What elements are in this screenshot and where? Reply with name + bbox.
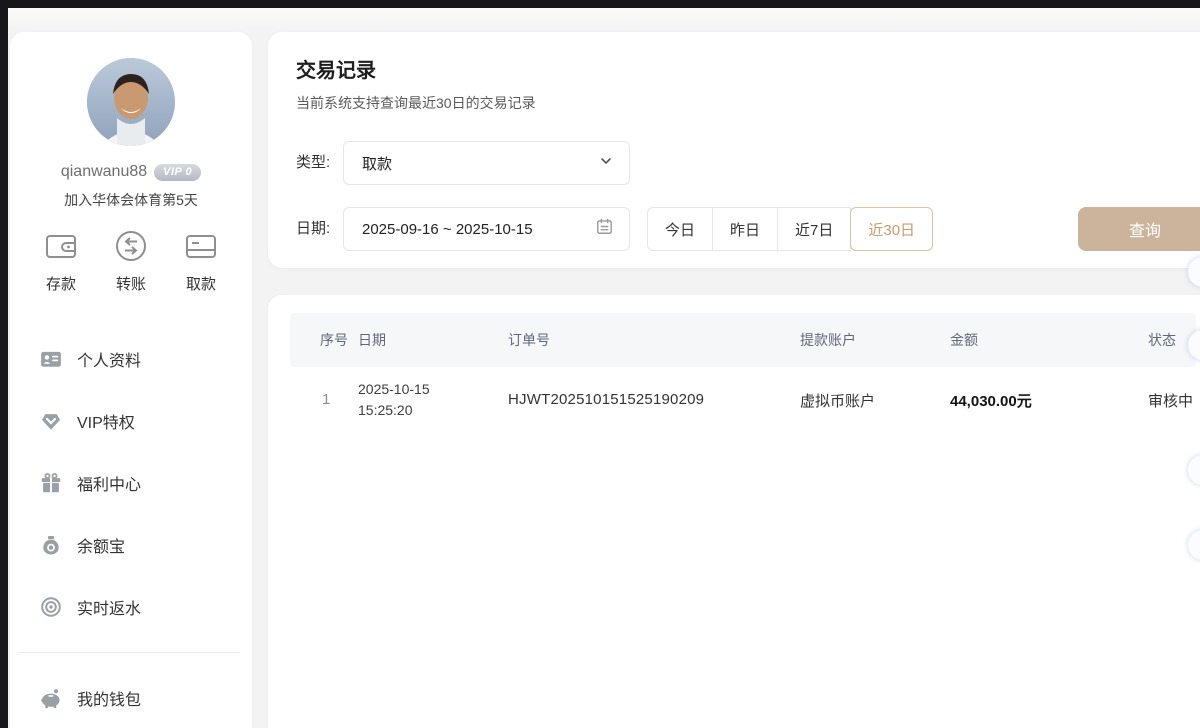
wallet-icon <box>43 228 79 264</box>
date-range-input[interactable]: 2025-09-16 ~ 2025-10-15 <box>343 207 630 251</box>
date-range-value: 2025-09-16 ~ 2025-10-15 <box>362 221 533 238</box>
cell-date: 2025-10-15 15:25:20 <box>358 379 430 421</box>
date-filter-label: 日期: <box>296 207 330 251</box>
type-select[interactable]: 取款 <box>343 141 630 185</box>
col-header-no: 序号 <box>320 313 348 367</box>
col-header-status: 状态 <box>1148 313 1176 367</box>
withdraw-button[interactable]: 取款 <box>170 228 232 294</box>
sidebar-item-label: 余额宝 <box>77 533 125 557</box>
page-title: 交易记录 <box>296 54 376 83</box>
sidebar-item-vip[interactable]: VIP特权 <box>10 390 252 452</box>
range-30days-button[interactable]: 近30日 <box>850 207 933 251</box>
quick-range-group: 今日 昨日 近7日 近30日 <box>647 207 933 251</box>
avatar-image <box>87 58 175 146</box>
transfer-label: 转账 <box>116 273 146 294</box>
page-subtitle: 当前系统支持查询最近30日的交易记录 <box>296 93 536 113</box>
sidebar-item-label: 实时返水 <box>77 595 141 619</box>
money-pouch-icon <box>40 534 62 556</box>
sidebar-menu: 个人资料 VIP特权 <box>10 328 252 638</box>
cell-date-time: 15:25:20 <box>358 402 413 418</box>
join-days-text: 加入华体会体育第5天 <box>10 190 252 210</box>
cell-date-day: 2025-10-15 <box>358 381 430 397</box>
range-today-button[interactable]: 今日 <box>647 207 713 251</box>
range-7days-button[interactable]: 近7日 <box>778 207 851 251</box>
gem-icon <box>40 410 62 432</box>
account-page: qianwanu88 VIP 0 加入华体会体育第5天 存款 <box>0 0 1200 728</box>
sidebar-divider <box>18 652 240 653</box>
id-card-icon <box>40 348 62 370</box>
col-header-order: 订单号 <box>508 313 550 367</box>
profile-sidebar: qianwanu88 VIP 0 加入华体会体育第5天 存款 <box>10 32 252 728</box>
sidebar-item-rebate[interactable]: 实时返水 <box>10 576 252 638</box>
cell-no: 1 <box>322 391 330 408</box>
type-select-value: 取款 <box>362 153 392 174</box>
table-header-row: 序号 日期 订单号 提款账户 金额 状态 <box>290 313 1196 367</box>
records-table-card: 序号 日期 订单号 提款账户 金额 状态 1 2025-10-15 15:25:… <box>268 295 1200 728</box>
top-highlight <box>8 8 1200 34</box>
vip-badge: VIP 0 <box>154 164 201 181</box>
search-button[interactable]: 查询 <box>1078 207 1200 251</box>
transfer-icon <box>113 228 149 264</box>
rebate-coin-icon <box>40 596 62 618</box>
quick-actions: 存款 转账 取款 <box>30 228 232 294</box>
sidebar-item-profile[interactable]: 个人资料 <box>10 328 252 390</box>
piggy-bank-icon <box>40 687 62 709</box>
cell-amount: 44,030.00元 <box>950 390 1032 411</box>
sidebar-item-label: 福利中心 <box>77 471 141 495</box>
deposit-label: 存款 <box>46 273 76 294</box>
cell-account: 虚拟币账户 <box>800 390 875 411</box>
sidebar-item-label: 个人资料 <box>77 347 141 371</box>
sidebar-item-yuebao[interactable]: 余额宝 <box>10 514 252 576</box>
type-filter-label: 类型: <box>296 141 330 185</box>
sidebar-item-benefits[interactable]: 福利中心 <box>10 452 252 514</box>
sidebar-item-my-wallet[interactable]: 我的钱包 <box>10 669 252 727</box>
calendar-icon <box>595 217 614 241</box>
col-header-amount: 金额 <box>950 313 978 367</box>
avatar <box>87 58 175 146</box>
cell-order-no: HJWT202510151525190209 <box>508 391 704 408</box>
withdraw-label: 取款 <box>186 273 216 294</box>
filter-card: 交易记录 当前系统支持查询最近30日的交易记录 类型: 取款 日期: 2025-… <box>268 32 1200 268</box>
col-header-account: 提款账户 <box>800 313 856 367</box>
deposit-button[interactable]: 存款 <box>30 228 92 294</box>
range-yesterday-button[interactable]: 昨日 <box>713 207 778 251</box>
user-identity: qianwanu88 VIP 0 <box>10 163 252 181</box>
cell-status: 审核中 <box>1148 390 1193 411</box>
window-top-strip <box>0 0 1200 8</box>
gift-icon <box>40 472 62 494</box>
col-header-date: 日期 <box>358 313 386 367</box>
window-left-strip <box>0 0 8 728</box>
sidebar-item-label: 我的钱包 <box>77 686 141 710</box>
chevron-down-icon <box>598 153 614 174</box>
bank-card-icon <box>183 228 219 264</box>
sidebar-item-label: VIP特权 <box>77 409 135 433</box>
transfer-button[interactable]: 转账 <box>100 228 162 294</box>
username: qianwanu88 <box>61 163 147 181</box>
